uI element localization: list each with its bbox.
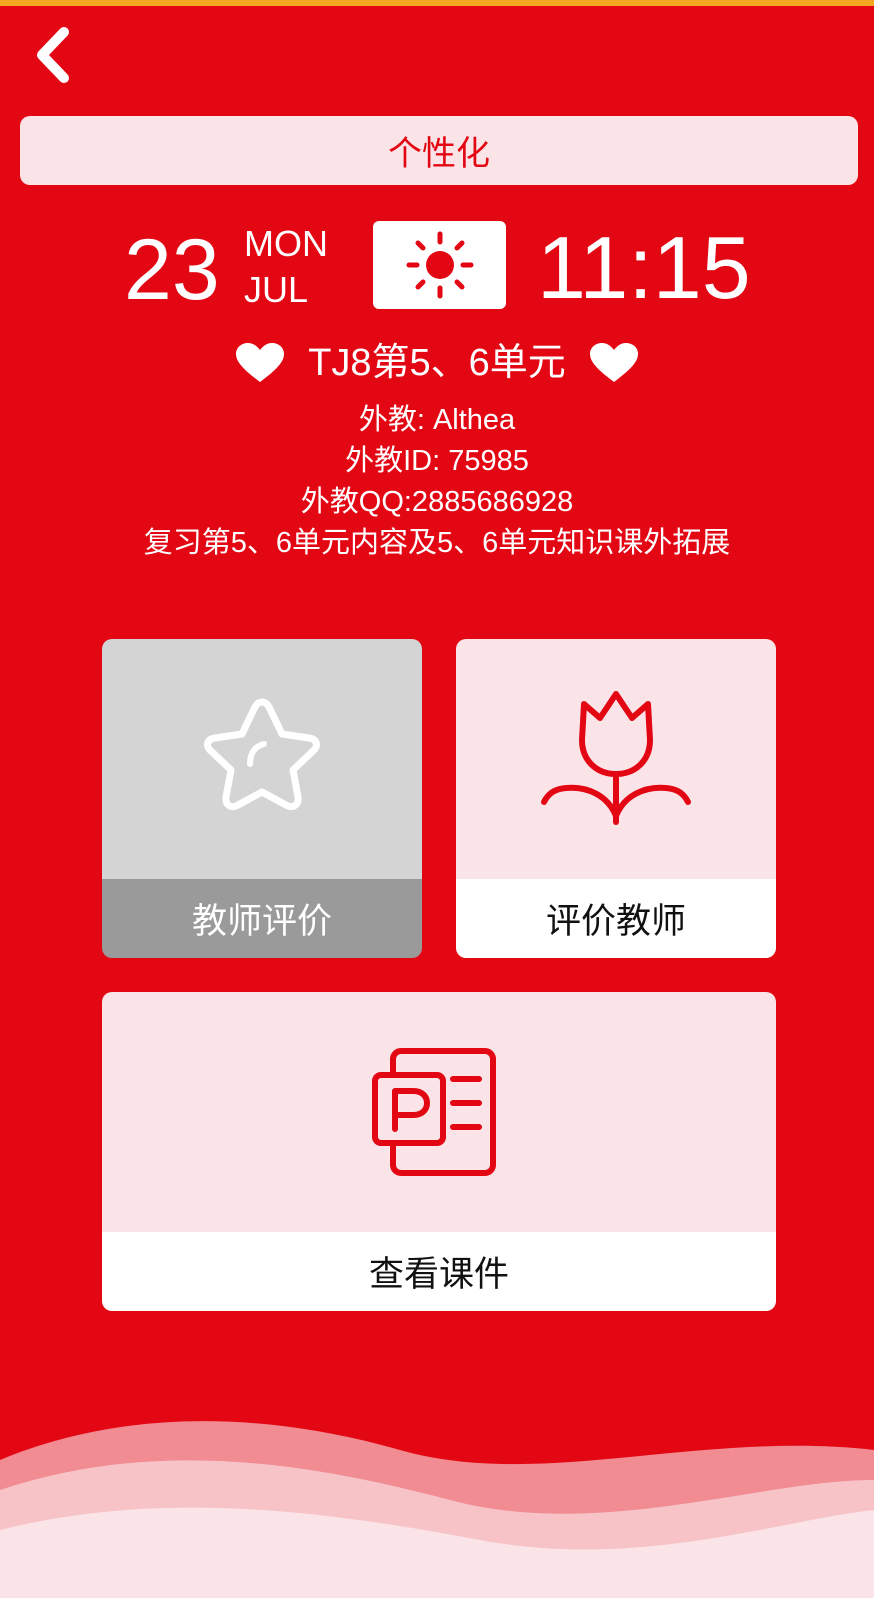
heart-icon (589, 343, 638, 382)
rate-teacher-icon-area (456, 639, 776, 879)
date-month: JUL (244, 269, 309, 310)
rate-teacher-button[interactable]: 评价教师 (456, 639, 776, 958)
view-courseware-label: 查看课件 (102, 1232, 776, 1311)
course-title: TJ8第5、6单元 (308, 342, 566, 384)
courseware-icon-area (102, 992, 776, 1232)
back-button[interactable] (26, 22, 86, 92)
status-strip (0, 0, 874, 6)
weather-badge (373, 221, 506, 309)
category-tab[interactable]: 个性化 (20, 116, 858, 185)
teacher-evaluation-label: 教师评价 (102, 879, 422, 958)
teacher-name: 外教: Althea (358, 404, 516, 436)
teacher-qq: 外教QQ:2885686928 (300, 486, 574, 518)
course-info: 外教: Althea 外教ID: 75985 外教QQ:2885686928 复… (0, 400, 874, 564)
bottom-wave-decoration (0, 1421, 874, 1598)
star-icon (204, 698, 320, 811)
category-label: 个性化 (388, 134, 490, 174)
rate-teacher-label: 评价教师 (456, 879, 776, 958)
course-title-row: TJ8第5、6单元 (0, 338, 874, 388)
teacher-evaluation-button[interactable]: 教师评价 (102, 639, 422, 958)
date-day: 23 (124, 222, 220, 318)
powerpoint-icon (372, 1048, 496, 1176)
teacher-id: 外教ID: 75985 (345, 445, 529, 477)
class-time: 11:15 (537, 218, 751, 317)
course-description: 复习第5、6单元内容及5、6单元知识课外拓展 (143, 527, 731, 559)
sun-icon (406, 231, 473, 299)
chevron-left-icon (37, 27, 69, 83)
date-weekday: MON (244, 223, 328, 264)
view-courseware-button[interactable]: 查看课件 (102, 992, 776, 1311)
teacher-evaluation-icon-area (102, 639, 422, 879)
tulip-icon (541, 691, 691, 825)
heart-icon (236, 343, 285, 382)
